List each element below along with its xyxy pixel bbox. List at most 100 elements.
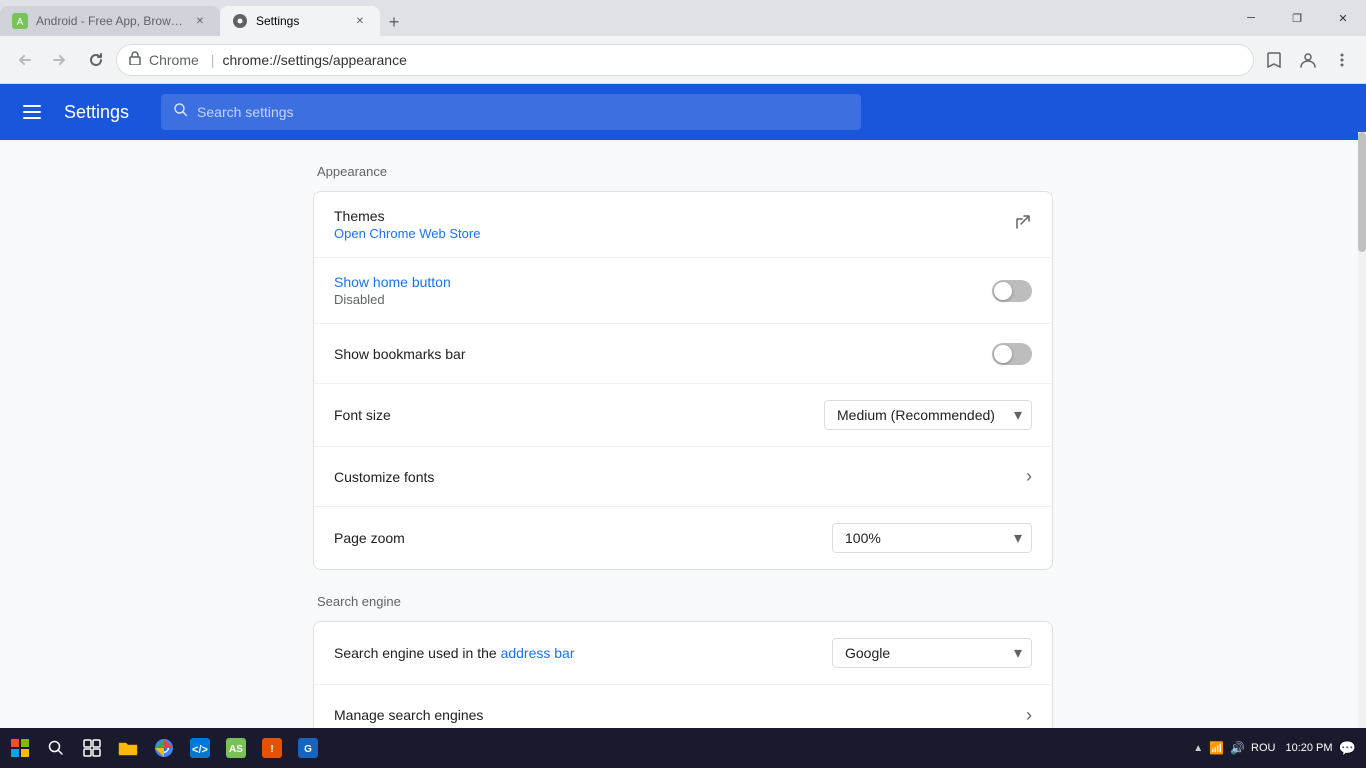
account-button[interactable] — [1292, 44, 1324, 76]
extra-taskbar-icon[interactable]: G — [292, 732, 324, 764]
minimize-button[interactable]: ─ — [1228, 0, 1274, 36]
address-bar-link[interactable]: address bar — [501, 645, 575, 661]
tab1-close-button[interactable]: ✕ — [192, 13, 208, 29]
appearance-section-title: Appearance — [313, 164, 1053, 179]
font-size-select[interactable]: Very Small Small Medium (Recommended) La… — [824, 400, 1032, 430]
tab-settings[interactable]: Settings ✕ — [220, 6, 380, 36]
system-tray: ▲ 📶 🔊 ROU 10:20 PM 💬 — [1193, 740, 1356, 757]
url-text: chrome://settings/appearance — [222, 52, 406, 68]
font-size-select-wrapper: Very Small Small Medium (Recommended) La… — [824, 400, 1032, 430]
action-center-icon[interactable]: 💬 — [1339, 740, 1356, 757]
new-tab-button[interactable]: + — [380, 8, 408, 36]
android-studio-icon[interactable]: AS — [220, 732, 252, 764]
address-bar[interactable]: Chrome | chrome://settings/appearance — [116, 44, 1254, 76]
search-engine-select[interactable]: Google Bing Yahoo! DuckDuckGo — [832, 638, 1032, 668]
show-home-button-title: Show home button — [334, 274, 992, 290]
customize-fonts-label: Customize fonts — [334, 469, 1026, 485]
show-bookmarks-bar-row[interactable]: Show bookmarks bar — [314, 324, 1052, 384]
tab1-favicon: A — [12, 13, 28, 29]
svg-text:G: G — [304, 744, 312, 755]
themes-label: Themes Open Chrome Web Store — [334, 208, 1014, 241]
settings-page-title: Settings — [64, 102, 129, 123]
show-home-button-sublabel: Disabled — [334, 292, 992, 307]
appearance-card: Themes Open Chrome Web Store Show home b… — [313, 191, 1053, 570]
show-bookmarks-bar-toggle[interactable] — [992, 343, 1032, 365]
menu-button[interactable] — [1326, 44, 1358, 76]
lock-icon — [129, 51, 141, 68]
taskbar-right: ▲ 📶 🔊 ROU 10:20 PM 💬 — [1193, 740, 1366, 757]
themes-title: Themes — [334, 208, 1014, 224]
refresh-button[interactable] — [80, 44, 112, 76]
tray-expand-icon[interactable]: ▲ — [1193, 743, 1203, 754]
themes-sublabel[interactable]: Open Chrome Web Store — [334, 226, 1014, 241]
font-size-title: Font size — [334, 407, 824, 423]
customize-fonts-title: Customize fonts — [334, 469, 1026, 485]
show-home-button-toggle[interactable] — [992, 280, 1032, 302]
show-bookmarks-bar-title: Show bookmarks bar — [334, 346, 992, 362]
tab2-favicon — [232, 13, 248, 29]
show-home-button-row[interactable]: Show home button Disabled — [314, 258, 1052, 324]
manage-search-engines-title: Manage search engines — [334, 707, 1026, 723]
page-zoom-select[interactable]: 75% 90% 100% 110% 125% 150% 175% 200% — [832, 523, 1032, 553]
url-separator: | — [211, 52, 215, 68]
settings-header: Settings — [0, 84, 1366, 140]
back-button[interactable] — [8, 44, 40, 76]
scrollbar-thumb[interactable] — [1358, 132, 1366, 252]
menu-icon-button[interactable] — [16, 96, 48, 128]
svg-text:AS: AS — [229, 744, 243, 755]
titlebar: A Android - Free App, Browser & C ✕ Sett… — [0, 0, 1366, 36]
file-explorer-button[interactable] — [112, 732, 144, 764]
show-home-button-label: Show home button Disabled — [334, 274, 992, 307]
page-zoom-title: Page zoom — [334, 530, 832, 546]
toggle-knob2 — [994, 345, 1012, 363]
font-size-label: Font size — [334, 407, 824, 423]
start-button[interactable] — [4, 732, 36, 764]
taskbar: </> AS ! G ▲ 📶 — [0, 728, 1366, 768]
search-engine-card: Search engine used in the address bar Go… — [313, 621, 1053, 728]
external-link-icon — [1014, 213, 1032, 236]
customize-fonts-row[interactable]: Customize fonts › — [314, 447, 1052, 507]
tab-android[interactable]: A Android - Free App, Browser & C ✕ — [0, 6, 220, 36]
tab-bar: A Android - Free App, Browser & C ✕ Sett… — [0, 0, 1228, 36]
navbar-right — [1258, 44, 1358, 76]
manage-search-engines-chevron-icon: › — [1026, 705, 1032, 726]
font-size-row: Font size Very Small Small Medium (Recom… — [314, 384, 1052, 447]
search-input[interactable] — [197, 104, 849, 120]
volume-icon: 🔊 — [1230, 741, 1245, 755]
forward-button[interactable] — [44, 44, 76, 76]
svg-text:</>: </> — [192, 744, 208, 756]
taskbar-chrome-icon[interactable] — [148, 732, 180, 764]
search-engine-row: Search engine used in the address bar Go… — [314, 622, 1052, 685]
language-indicator: ROU — [1251, 742, 1275, 754]
search-icon — [173, 102, 189, 123]
task-view-button[interactable] — [76, 732, 108, 764]
search-engine-section-title: Search engine — [313, 594, 1053, 609]
tab2-title: Settings — [256, 14, 344, 28]
toggle-knob — [994, 282, 1012, 300]
window-controls: ─ ❐ ✕ — [1228, 0, 1366, 36]
notification-icon[interactable]: ! — [256, 732, 288, 764]
chrome-label: Chrome — [149, 52, 199, 68]
content-area: Appearance Themes Open Chrome Web Store — [0, 140, 1366, 728]
manage-search-engines-label: Manage search engines — [334, 707, 1026, 723]
bookmark-button[interactable] — [1258, 44, 1290, 76]
tab1-title: Android - Free App, Browser & C — [36, 14, 184, 28]
page-zoom-label: Page zoom — [334, 530, 832, 546]
scrollbar-track[interactable] — [1358, 132, 1366, 728]
vscode-icon[interactable]: </> — [184, 732, 216, 764]
page-zoom-select-wrapper: 75% 90% 100% 110% 125% 150% 175% 200% ▾ — [832, 523, 1032, 553]
content-inner: Appearance Themes Open Chrome Web Store — [293, 164, 1073, 728]
taskbar-search-button[interactable] — [40, 732, 72, 764]
search-engine-select-wrapper: Google Bing Yahoo! DuckDuckGo ▾ — [832, 638, 1032, 668]
manage-search-engines-row[interactable]: Manage search engines › — [314, 685, 1052, 728]
clock-time: 10:20 PM — [1285, 742, 1332, 754]
navbar: Chrome | chrome://settings/appearance — [0, 36, 1366, 84]
search-engine-label: Search engine used in the address bar — [334, 645, 832, 661]
show-bookmarks-bar-label: Show bookmarks bar — [334, 346, 992, 362]
themes-row[interactable]: Themes Open Chrome Web Store — [314, 192, 1052, 258]
tab2-close-button[interactable]: ✕ — [352, 13, 368, 29]
maximize-button[interactable]: ❐ — [1274, 0, 1320, 36]
close-button[interactable]: ✕ — [1320, 0, 1366, 36]
settings-search-bar[interactable] — [161, 94, 861, 130]
search-engine-title: Search engine used in the address bar — [334, 645, 832, 661]
